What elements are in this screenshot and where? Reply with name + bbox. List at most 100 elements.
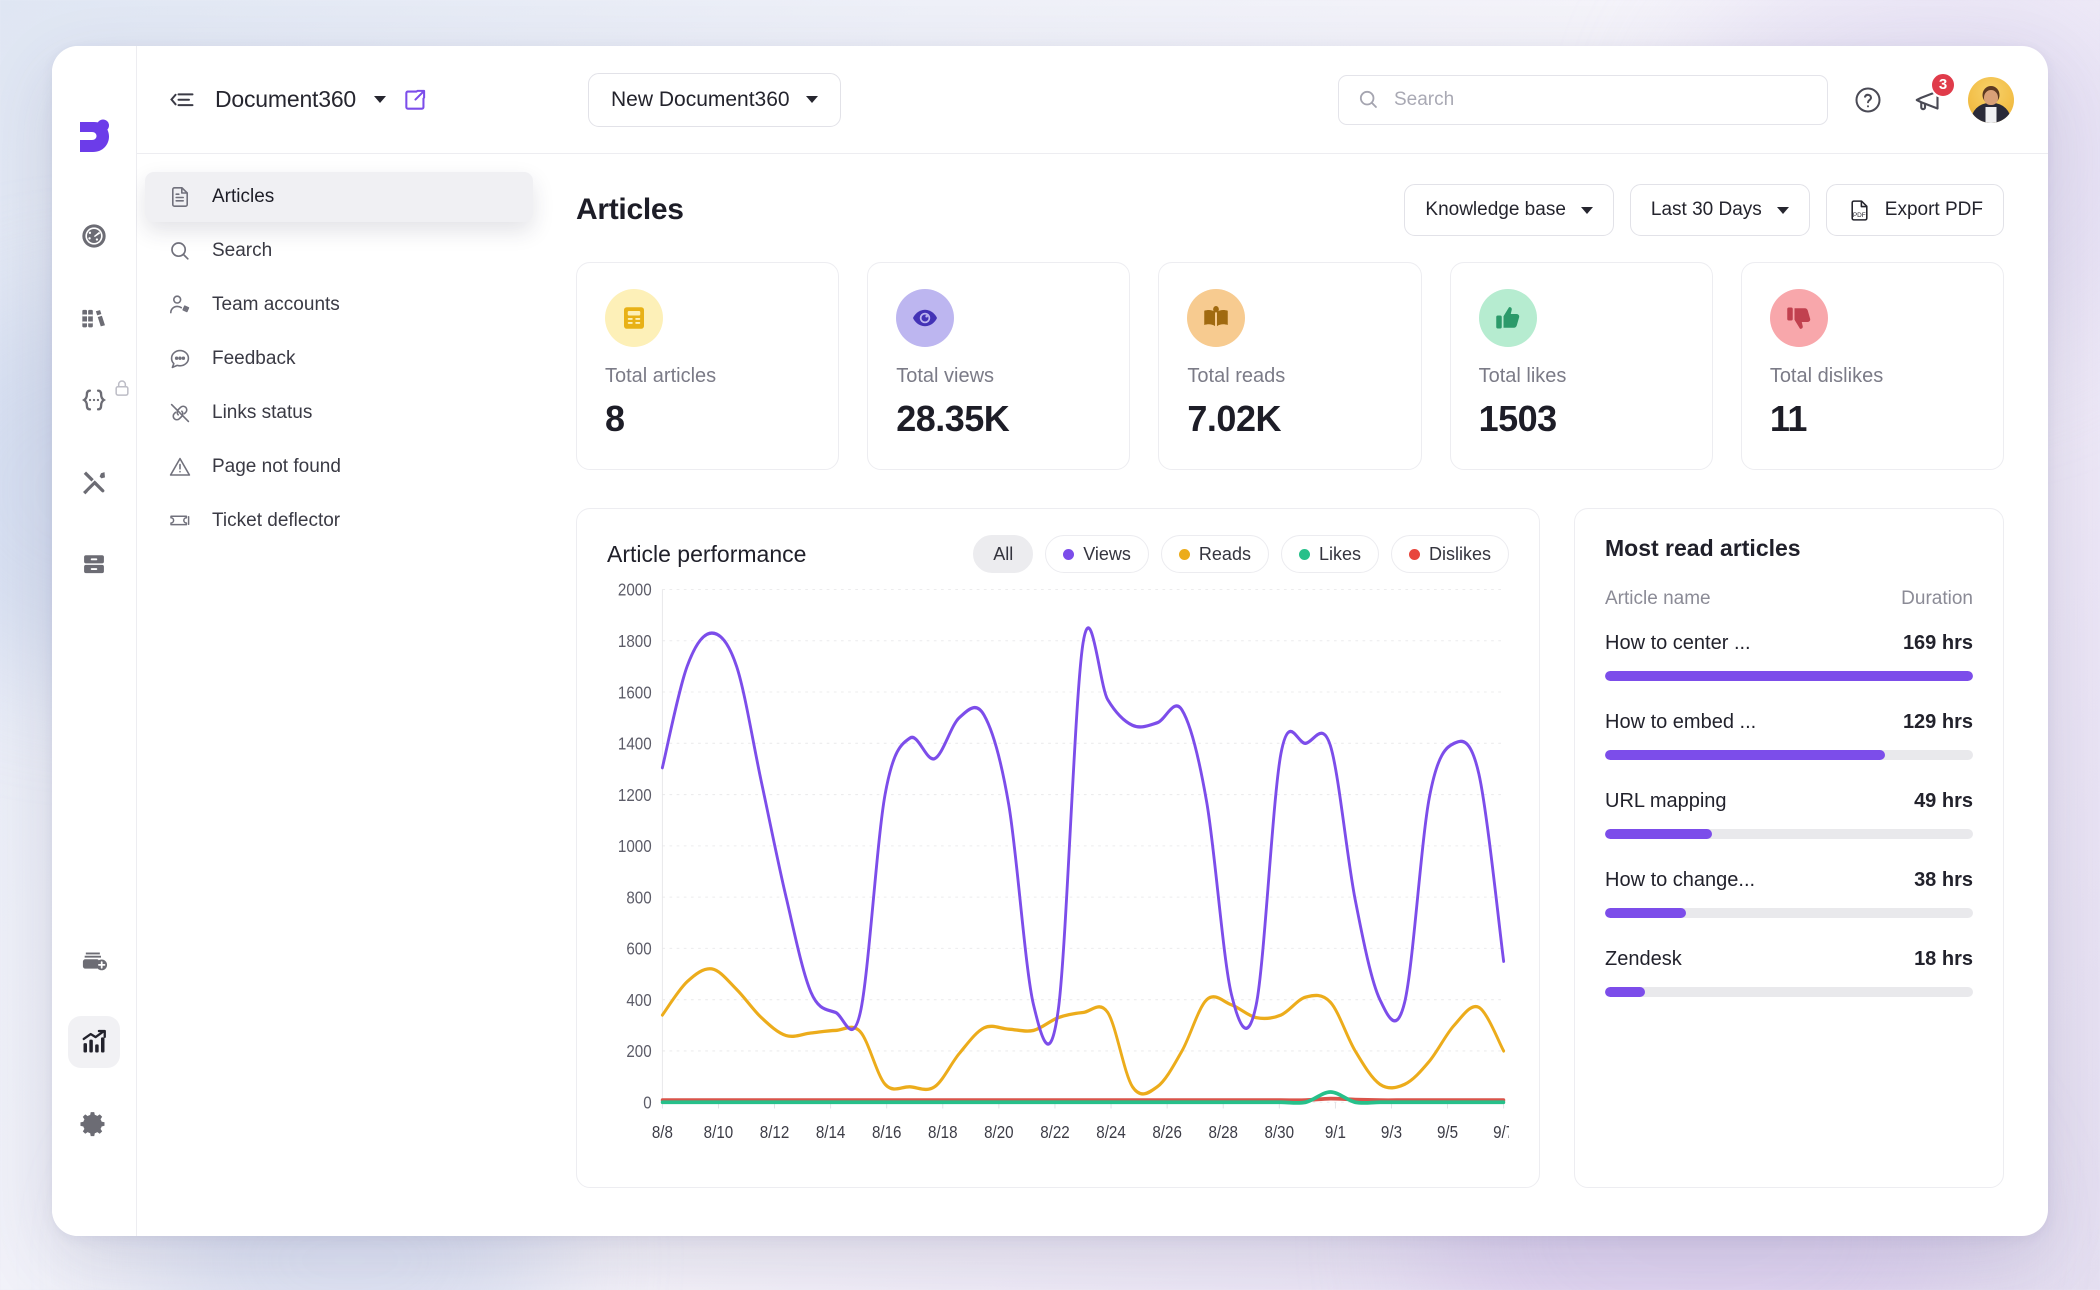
chevron-down-icon: [1580, 206, 1593, 214]
series-line-views: [660, 626, 1506, 1046]
x-axis-tick: 8/12: [760, 1122, 790, 1142]
column-duration: Duration: [1901, 588, 1973, 609]
most-read-row[interactable]: How to center ... 169 hrs: [1605, 632, 1973, 681]
article-name: URL mapping: [1605, 790, 1727, 812]
tools-icon: [80, 468, 108, 496]
article-duration: 129 hrs: [1902, 711, 1973, 733]
gear-icon: [80, 1110, 108, 1138]
y-axis-tick: 1600: [618, 682, 652, 702]
stat-card-total-likes: Total likes 1503: [1449, 262, 1713, 470]
x-axis-tick: 9/1: [1325, 1122, 1346, 1142]
lower-row: Article performance All Views Reads Like…: [576, 508, 2004, 1188]
article-duration: 18 hrs: [1914, 948, 1973, 970]
ticket-icon: [167, 509, 192, 534]
sidebar-item-ticket-deflector[interactable]: Ticket deflector: [145, 496, 524, 546]
most-read-articles-card: Most read articles Article name Duration…: [1574, 508, 2004, 1188]
collapse-sidebar-icon[interactable]: [165, 83, 199, 117]
chevron-down-icon: [805, 96, 818, 103]
most-read-row[interactable]: How to change... 38 hrs: [1605, 869, 1973, 918]
date-range-filter[interactable]: Last 30 Days: [1629, 184, 1810, 236]
legend-label: Dislikes: [1428, 543, 1491, 564]
line-chart: 0 200 400 600 800 1000 1200 1400 1600 1800 2000 8/8…: [607, 579, 1509, 1165]
x-axis-tick: 8/18: [928, 1122, 958, 1142]
chevron-down-icon: [1776, 206, 1789, 214]
column-article-name: Article name: [1605, 588, 1711, 609]
rail-item-api-documentation[interactable]: [68, 374, 129, 426]
eye-icon: [896, 289, 955, 347]
sidebar-item-page-not-found[interactable]: Page not found: [145, 442, 524, 492]
topbar: New Document360 3: [532, 46, 2048, 154]
article-name: How to change...: [1605, 869, 1756, 891]
article-duration: 38 hrs: [1914, 869, 1973, 891]
rail-item-tools[interactable]: [68, 456, 120, 508]
avatar[interactable]: [1968, 76, 2014, 123]
legend-chip-likes[interactable]: Likes: [1280, 535, 1379, 573]
most-read-row[interactable]: URL mapping 49 hrs: [1605, 790, 1973, 839]
drawer-icon: [80, 550, 108, 578]
duration-progress-fill: [1605, 908, 1686, 918]
export-pdf-button[interactable]: PDF Export PDF: [1825, 184, 2004, 236]
global-search[interactable]: [1338, 74, 1828, 125]
svg-text:PDF: PDF: [1853, 212, 1866, 219]
rail-item-settings[interactable]: [68, 1098, 120, 1150]
legend-chip-reads[interactable]: Reads: [1160, 535, 1269, 573]
stat-card-total-reads: Total reads 7.02K: [1158, 262, 1422, 470]
legend-chip-all[interactable]: All: [973, 535, 1034, 573]
chat-bubble-icon: [167, 347, 192, 372]
x-axis-tick: 9/3: [1381, 1122, 1402, 1142]
page-title: Articles: [576, 193, 684, 226]
external-link-icon[interactable]: [402, 87, 428, 113]
duration-progress-fill: [1605, 750, 1885, 760]
book-icon: [1187, 289, 1246, 347]
sidebar-item-label: Ticket deflector: [212, 510, 341, 531]
y-axis-tick: 2000: [618, 580, 652, 600]
x-axis-tick: 8/30: [1265, 1122, 1295, 1142]
sidebar-item-label: Links status: [212, 402, 313, 423]
legend-dot: [1298, 548, 1310, 560]
export-pdf-label: Export PDF: [1884, 199, 1983, 220]
article-name: How to embed ...: [1605, 711, 1757, 733]
stat-label: Total dislikes: [1769, 365, 1884, 387]
sidebar-item-feedback[interactable]: Feedback: [145, 334, 524, 384]
project-selector[interactable]: New Document360: [588, 72, 841, 127]
sidebar-item-articles[interactable]: Articles: [145, 172, 533, 222]
y-axis-tick: 1400: [618, 733, 652, 753]
lock-icon: [112, 378, 132, 398]
sidebar-item-search[interactable]: Search: [145, 226, 524, 276]
article-name: How to center ...: [1605, 632, 1751, 654]
rail-item-documentation[interactable]: [68, 292, 120, 344]
legend-chip-views[interactable]: Views: [1045, 535, 1149, 573]
search-icon: [167, 239, 192, 264]
panel-header: Document360: [136, 46, 532, 154]
stat-cards: Total articles 8 Total views 28.35K Tota…: [576, 262, 2005, 470]
chevron-down-icon[interactable]: [374, 96, 386, 103]
x-axis-tick: 8/22: [1040, 1122, 1070, 1142]
announcements-badge: 3: [1930, 71, 1956, 98]
knowledge-base-filter[interactable]: Knowledge base: [1404, 184, 1614, 236]
workspace-name[interactable]: Document360: [215, 86, 356, 113]
announcements-button[interactable]: 3: [1908, 71, 1956, 120]
y-axis-tick: 1200: [618, 785, 652, 805]
search-input[interactable]: [1394, 88, 1809, 111]
rail-item-dashboard[interactable]: [68, 210, 120, 262]
broken-link-icon: [167, 401, 192, 426]
sidebar-item-links-status[interactable]: Links status: [145, 388, 524, 438]
y-axis-tick: 1000: [618, 836, 652, 856]
sidebar-item-label: Feedback: [212, 348, 296, 369]
sidebar-item-team-accounts[interactable]: Team accounts: [145, 280, 524, 330]
stat-card-total-dislikes: Total dislikes 11: [1740, 262, 2005, 470]
duration-progress: [1605, 908, 1973, 918]
thumbs-up-icon: [1478, 289, 1537, 347]
most-read-list: How to center ... 169 hrs How to embed ...…: [1605, 632, 1973, 997]
y-axis-tick: 600: [626, 939, 651, 959]
help-button[interactable]: [1848, 80, 1888, 120]
x-axis-tick: 8/16: [872, 1122, 902, 1142]
rail-item-analytics[interactable]: [68, 1016, 120, 1068]
most-read-row[interactable]: How to embed ... 129 hrs: [1605, 711, 1973, 760]
most-read-row[interactable]: Zendesk 18 hrs: [1605, 948, 1973, 997]
document360-logo[interactable]: [72, 112, 116, 156]
rail-item-drive[interactable]: [68, 538, 120, 590]
rail-item-widget[interactable]: [68, 934, 120, 986]
legend-chip-dislikes[interactable]: Dislikes: [1390, 535, 1509, 573]
article-duration: 169 hrs: [1902, 632, 1973, 654]
